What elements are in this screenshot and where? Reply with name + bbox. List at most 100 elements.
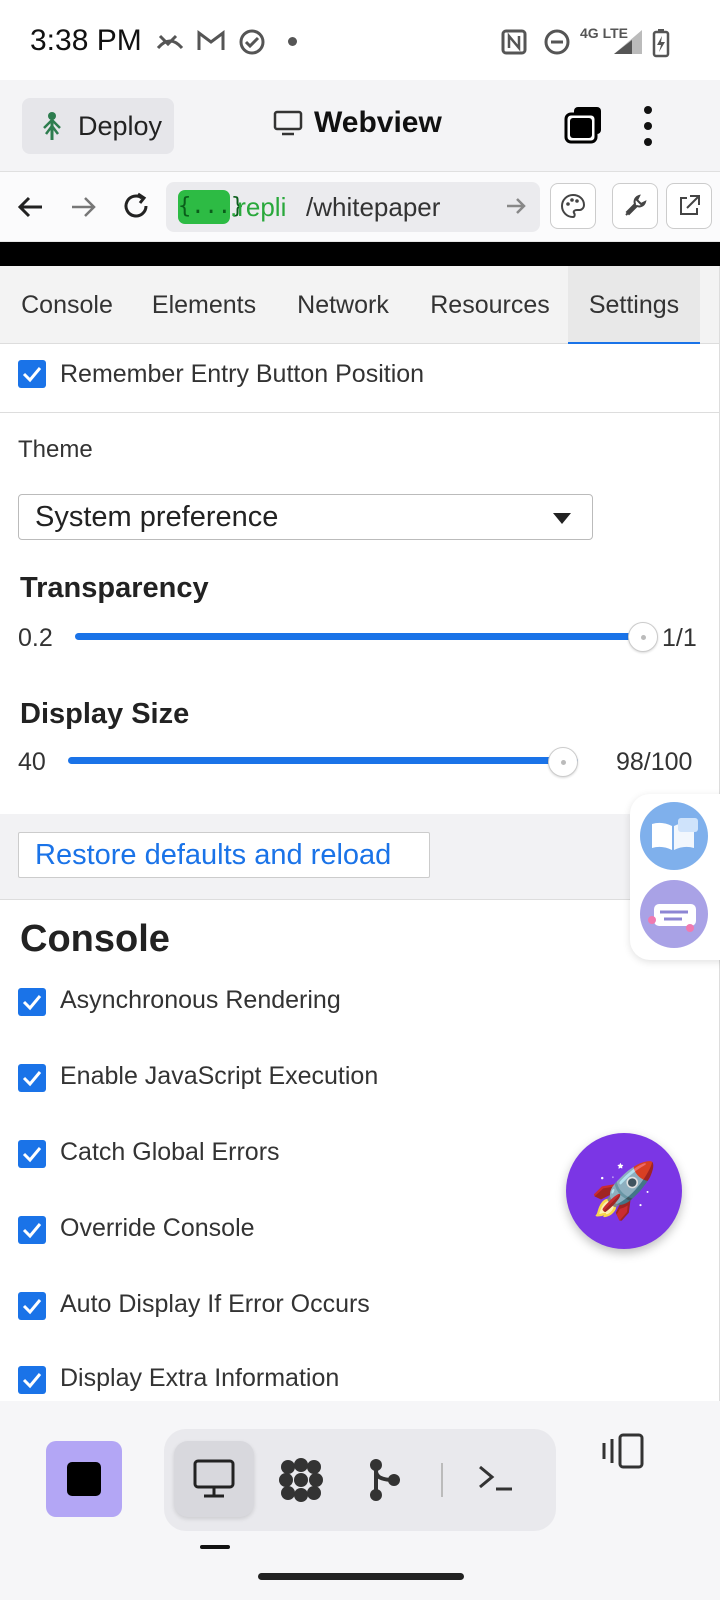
checkmark-icon [22,1299,42,1315]
deploy-label: Deploy [78,110,163,141]
notification-dot-icon [288,37,297,46]
floating-tools-panel [630,794,720,960]
check-circle-icon [239,29,265,55]
bottom-bar [0,1401,720,1600]
url-bar: {...} .repli /whitepaper [0,172,720,242]
home-indicator[interactable] [258,1573,464,1580]
tabs-icon[interactable] [562,104,604,146]
forward-arrow-icon[interactable] [68,192,98,222]
theme-select-value: System preference [35,501,279,533]
divider-bar [0,242,720,266]
override-console-label: Override Console [60,1214,255,1242]
transparency-min-label: 0.2 [18,624,53,652]
split-view-icon[interactable] [600,1429,648,1473]
monitor-icon [273,110,303,136]
checkmark-icon [22,1147,42,1163]
checkmark-icon [22,1373,42,1389]
tab-network[interactable]: Network [274,266,412,344]
webview-view-button[interactable] [174,1441,254,1517]
tab-elements[interactable]: Elements [134,266,274,344]
webview-title-label: Webview [314,106,442,139]
catch-errors-label: Catch Global Errors [60,1138,280,1166]
more-options-icon[interactable] [638,104,658,148]
missed-call-icon [156,34,184,50]
reload-icon[interactable] [120,190,152,222]
auto-display-checkbox[interactable] [18,1292,46,1320]
extra-info-label: Display Extra Information [60,1364,340,1392]
rocket-fab-button[interactable]: 🚀 [566,1133,682,1249]
webview-title: Webview [272,106,442,140]
reader-button[interactable] [640,802,708,870]
stop-icon [67,1462,101,1496]
url-badge: {...} [178,190,244,224]
git-branch-icon[interactable] [364,1455,404,1505]
terminal-icon[interactable] [474,1457,518,1501]
nfc-icon [501,29,527,55]
stop-button[interactable] [46,1441,122,1517]
wrench-icon [625,194,647,216]
url-input[interactable]: {...} .repli /whitepaper [166,182,540,232]
display-size-min-label: 40 [18,748,46,776]
transparency-title: Transparency [20,572,209,604]
display-size-value-label: 98/100 [616,748,693,776]
go-arrow-icon[interactable] [504,194,528,218]
theme-select[interactable]: System preference [18,494,593,540]
remember-position-label: Remember Entry Button Position [60,360,425,388]
enable-js-checkbox[interactable] [18,1064,46,1092]
devtools-tabs: Console Elements Network Resources Setti… [0,266,719,344]
divider [0,412,719,413]
monitor-icon [193,1459,235,1498]
view-switcher [164,1429,556,1531]
url-path: /whitepaper [306,192,441,222]
auto-display-label: Auto Display If Error Occurs [60,1290,370,1318]
back-arrow-icon[interactable] [16,192,46,222]
async-rendering-checkbox[interactable] [18,988,46,1016]
devtools-button[interactable] [612,183,658,229]
tab-settings[interactable]: Settings [568,266,700,344]
tab-console[interactable]: Console [0,266,134,344]
display-size-slider-thumb[interactable] [547,747,578,777]
open-external-button[interactable] [666,183,712,229]
display-size-title: Display Size [20,698,190,730]
extra-info-checkbox[interactable] [18,1366,46,1394]
status-bar: 3:38 PM 4G LTE [0,0,720,80]
tab-resources[interactable]: Resources [412,266,568,344]
active-view-indicator [200,1545,230,1549]
external-link-icon [680,195,700,215]
dropdown-arrow-icon [553,513,571,524]
transparency-slider-thumb[interactable] [628,622,658,652]
battery-charging-icon [652,29,670,58]
app-top-bar: Deploy Webview [0,80,720,172]
restore-defaults-button[interactable]: Restore defaults and reload [18,832,430,878]
subtitles-icon [648,904,696,932]
catch-errors-checkbox[interactable] [18,1140,46,1168]
subtitles-button[interactable] [640,880,708,948]
remember-position-checkbox[interactable] [18,360,46,388]
status-time: 3:38 PM [30,24,142,57]
display-size-slider-track[interactable] [68,757,578,764]
rocket-icon: 🚀 [590,1160,658,1221]
checkmark-icon [22,1071,42,1087]
checkmark-icon [22,367,42,383]
checkmark-icon [22,995,42,1011]
do-not-disturb-icon [544,29,570,55]
palette-icon [561,193,585,219]
override-console-checkbox[interactable] [18,1216,46,1244]
palette-button[interactable] [550,183,596,229]
transparency-slider-track[interactable] [75,633,643,640]
deploy-button[interactable]: Deploy [22,98,174,154]
url-domain: .repli [230,192,287,222]
enable-js-label: Enable JavaScript Execution [60,1062,379,1090]
separator [441,1463,443,1497]
console-section-title: Console [20,918,170,960]
signal-icon [614,30,642,54]
deploy-icon [43,112,61,140]
gmail-icon [197,30,225,50]
async-rendering-label: Asynchronous Rendering [60,986,341,1014]
apps-grid-icon[interactable] [276,1455,326,1505]
book-icon [652,818,698,850]
transparency-value-label: 1/1 [662,624,697,652]
checkmark-icon [22,1223,42,1239]
restore-section: Restore defaults and reload [0,814,719,900]
theme-label: Theme [18,436,93,463]
